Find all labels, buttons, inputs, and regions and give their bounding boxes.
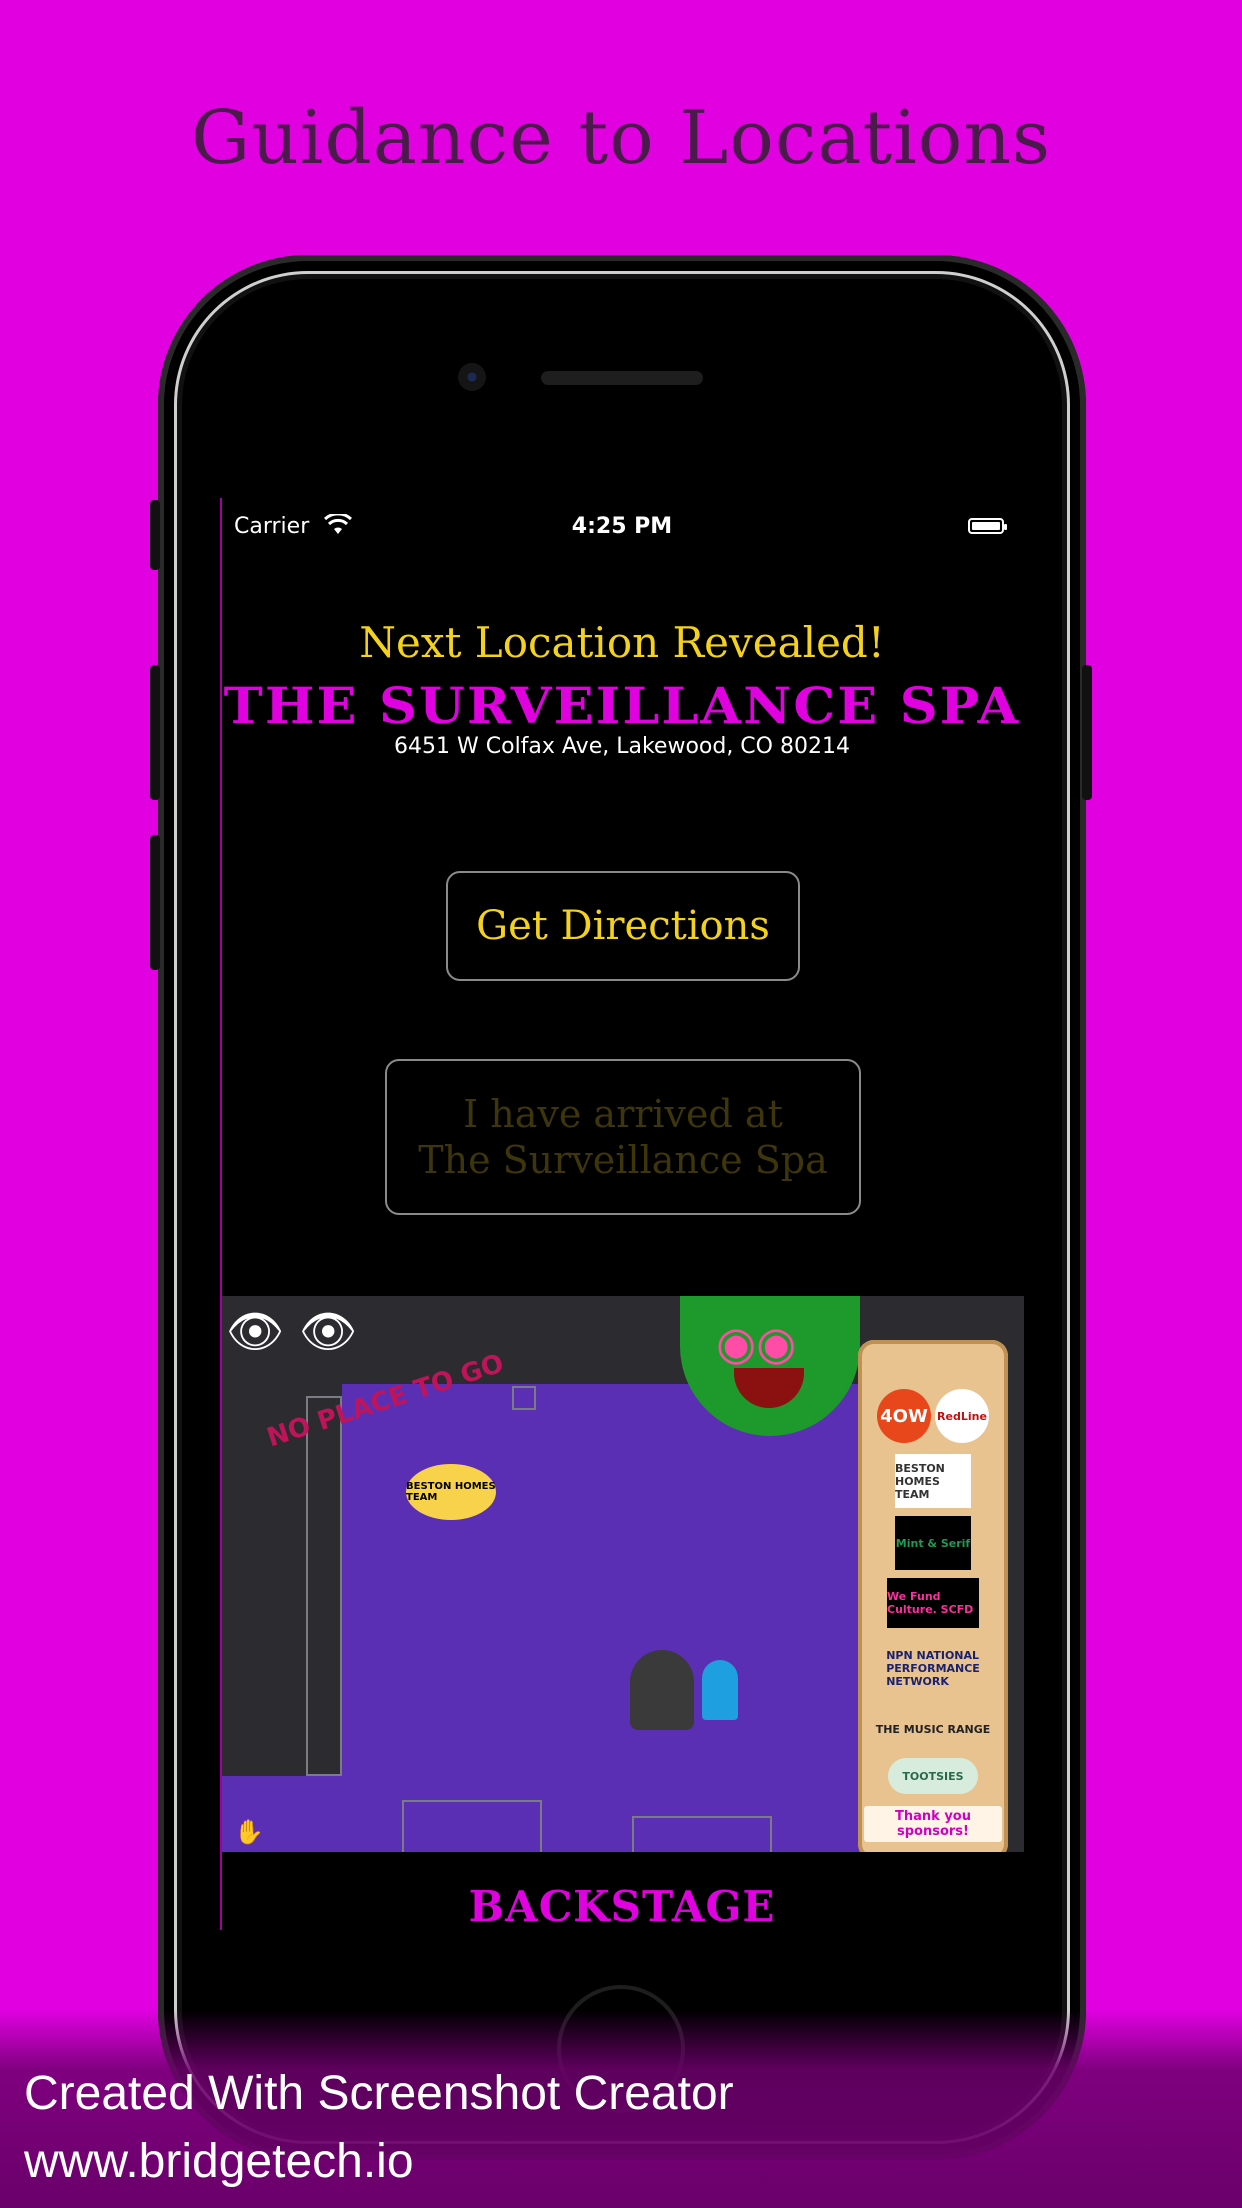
sponsor-logo: THE MUSIC RANGE [875,1722,991,1736]
credit-line2: www.bridgetech.io [24,2135,414,2188]
power-button [1082,665,1092,800]
monster-mouth [734,1368,804,1408]
credit-line1: Created With Screenshot Creator [24,2067,734,2120]
map-wall [402,1800,542,1852]
arrived-button[interactable]: I have arrived at The Surveillance Spa [385,1059,861,1215]
monster-eyes: ◉◉ [716,1316,797,1370]
ghost-companion [702,1660,738,1720]
sponsors-thanks: Thank you sponsors! [864,1806,1002,1842]
app-screen: Carrier 4:25 PM Next Location Revealed! … [220,498,1024,1930]
sponsor-logo: Mint & Serif [895,1516,971,1570]
location-address: 6451 W Colfax Ave, Lakewood, CO 80214 [394,734,850,759]
sponsor-logo: NPN NATIONAL PERFORMANCE NETWORK [886,1648,980,1688]
sponsor-badge[interactable]: BESTON HOMES TEAM [406,1464,496,1520]
mute-switch [150,835,160,970]
next-location-label: Next Location Revealed! [359,618,885,667]
eyes-icon: 👁 👁 [226,1304,358,1358]
backstage-label[interactable]: BACKSTAGE [220,1882,1024,1930]
volume-up-button [150,500,160,570]
map-floor-lower [222,1776,902,1852]
get-directions-button[interactable]: Get Directions [446,871,800,981]
volume-down-button [150,665,160,800]
sponsors-scroll[interactable]: 4OW RedLine BESTON HOMES TEAM Mint & Ser… [858,1340,1008,1852]
sponsor-badge-label: BESTON HOMES TEAM [406,1481,496,1503]
arrived-label-line1: I have arrived at [463,1092,783,1136]
status-time: 4:25 PM [571,514,673,539]
player-character[interactable] [630,1650,694,1730]
map-wall [632,1816,772,1852]
map-wall [512,1386,536,1410]
map-floor-main [342,1384,902,1814]
map-wall [306,1396,342,1776]
sponsor-logo: 4OW RedLine [873,1388,993,1444]
page-headline: Guidance to Locations [190,95,1051,181]
sponsor-logo: TOOTSIES [888,1758,978,1794]
get-directions-label: Get Directions [476,903,770,949]
sponsor-logo: We Fund Culture. SCFD [887,1578,979,1628]
location-name: THE SURVEILLANCE SPA [223,676,1021,735]
battery-icon [968,518,1007,534]
status-bar: Carrier 4:25 PM [234,506,1010,546]
sponsor-logo: BESTON HOMES TEAM [895,1454,971,1508]
game-map[interactable]: 👁 👁 NO PLACE TO GO BESTON HOMES TEAM ◉◉ … [222,1296,1024,1852]
arrived-label-line2: The Surveillance Spa [418,1138,828,1182]
front-camera [458,363,486,391]
hand-icon: ✋ [234,1818,264,1846]
earpiece-speaker [541,371,703,385]
